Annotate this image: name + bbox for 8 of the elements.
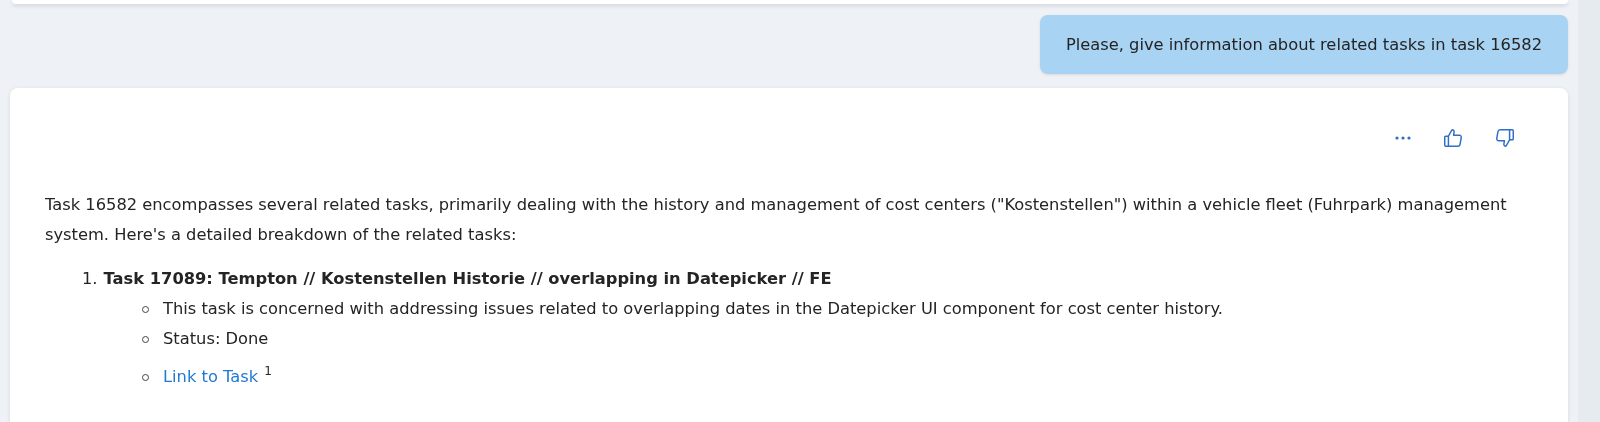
task-link[interactable]: Link to Task: [163, 362, 259, 392]
task-title: Task 17089: Tempton // Kostenstellen Historie // overlapping in Datepicker // FE: [103, 268, 832, 290]
task-detail: Status: Done: [163, 328, 269, 350]
citation-mark[interactable]: 1: [264, 364, 272, 378]
task-detail: This task is concerned with addressing issues related to overlapping dates in the Datepicker UI component for cost center history.: [163, 298, 1223, 320]
response-paragraph: Task 16582 encompasses several related tasks, primarily dealing with the history and management of cost centers ("Kostenstellen") within a vehicle fleet (Fuhrpark) management system. Here's a detailed breakdown of the related tasks:: [45, 194, 1508, 246]
list-number: 1.: [82, 268, 98, 290]
user-message: Please, give information about related tasks in task 16582: [1039, 15, 1568, 74]
